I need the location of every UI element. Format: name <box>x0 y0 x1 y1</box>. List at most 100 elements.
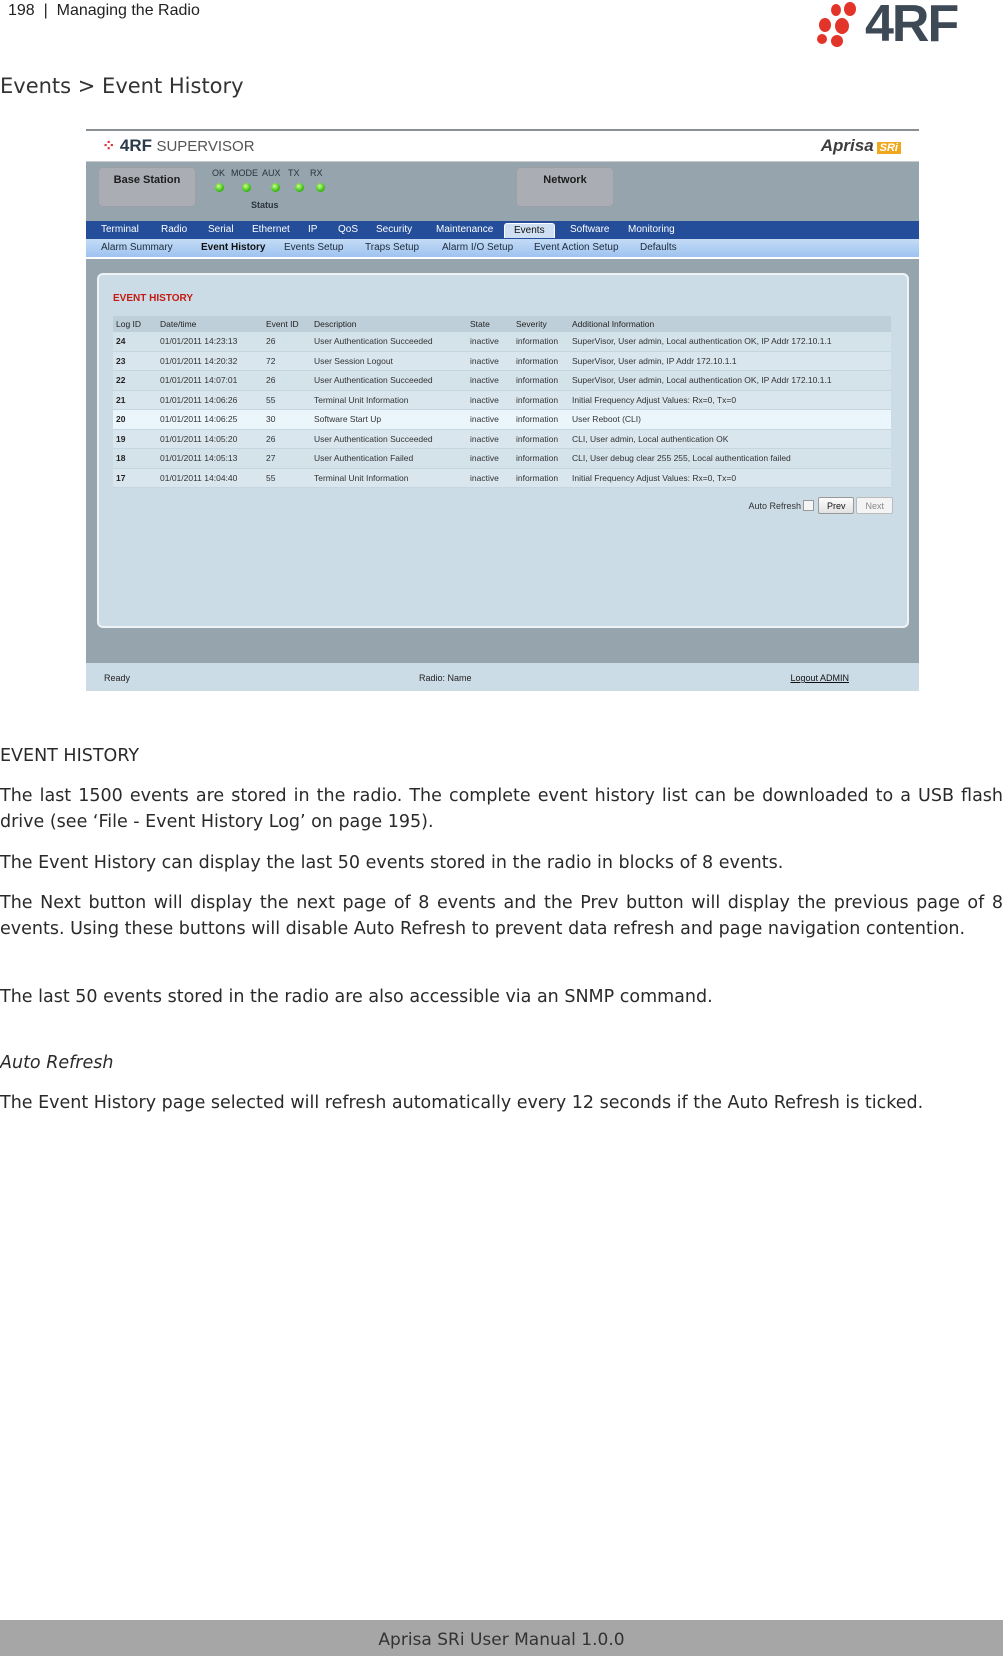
aprisa-logo: Aprisa SRi <box>821 136 901 156</box>
cell-additional-info: SuperVisor, User admin, Local authentica… <box>569 370 891 391</box>
footer-radio-name: Radio: Name <box>419 673 472 683</box>
cell-state: inactive <box>467 429 513 449</box>
cell-additional-info: Initial Frequency Adjust Values: Rx=0, T… <box>569 390 891 410</box>
body-paragraph-2: The Event History can display the last 5… <box>0 853 784 873</box>
col-description: Description <box>311 316 467 332</box>
cell-description: User Authentication Succeeded <box>311 332 467 352</box>
tab-serial[interactable]: Serial <box>208 224 234 235</box>
led-rx-icon <box>316 183 325 192</box>
page-number: 198 <box>8 2 35 19</box>
supervisor-logo-dots-icon: ⁘ <box>102 138 116 155</box>
cell-datetime: 01/01/2011 14:04:40 <box>157 468 263 488</box>
cell-severity: information <box>513 351 569 371</box>
network-box[interactable]: Network <box>516 167 614 207</box>
tab-ethernet[interactable]: Ethernet <box>252 224 290 235</box>
tab-security[interactable]: Security <box>376 224 412 235</box>
cell-log-id: 24 <box>113 332 157 352</box>
table-row[interactable]: 21 01/01/2011 14:06:26 55 Terminal Unit Inf… <box>113 390 891 410</box>
auto-refresh-label: Auto Refresh <box>748 500 801 511</box>
base-station-box[interactable]: Base Station <box>98 167 196 207</box>
cell-log-id: 17 <box>113 468 157 488</box>
tab-radio[interactable]: Radio <box>161 224 187 235</box>
cell-log-id: 23 <box>113 351 157 371</box>
subtab-event-history[interactable]: Event History <box>201 242 265 253</box>
cell-severity: information <box>513 390 569 410</box>
cell-state: inactive <box>467 409 513 430</box>
cell-event-id: 26 <box>263 332 311 352</box>
cell-description: Terminal Unit Information <box>311 468 467 488</box>
cell-severity: information <box>513 370 569 391</box>
table-row[interactable]: 17 01/01/2011 14:04:40 55 Terminal Unit Inf… <box>113 468 891 488</box>
tab-software[interactable]: Software <box>570 224 609 235</box>
tab-events[interactable]: Events <box>504 223 555 238</box>
logout-link[interactable]: Logout ADMIN <box>790 673 849 683</box>
cell-state: inactive <box>467 370 513 391</box>
auto-refresh-checkbox[interactable] <box>802 500 814 511</box>
cell-additional-info: User Reboot (CLI) <box>569 409 891 430</box>
tab-qos[interactable]: QoS <box>338 224 358 235</box>
body-paragraph-3: The Next button will display the next pa… <box>0 893 1003 939</box>
table-row[interactable]: 20 01/01/2011 14:06:25 30 Software Start Up… <box>113 409 891 430</box>
cell-log-id: 18 <box>113 448 157 469</box>
table-row[interactable]: 23 01/01/2011 14:20:32 72 User Session Logo… <box>113 351 891 371</box>
tab-maintenance[interactable]: Maintenance <box>436 224 493 235</box>
cell-datetime: 01/01/2011 14:06:26 <box>157 390 263 410</box>
cell-event-id: 72 <box>263 351 311 371</box>
cell-severity: information <box>513 409 569 430</box>
supervisor-logo: ⁘ 4RF SUPERVISOR <box>102 136 255 156</box>
cell-description: User Session Logout <box>311 351 467 371</box>
chapter-title: Managing the Radio <box>56 2 200 19</box>
cell-datetime: 01/01/2011 14:05:20 <box>157 429 263 449</box>
sub-nav: Alarm Summary Event History Events Setup… <box>86 239 919 257</box>
subtab-event-action-setup[interactable]: Event Action Setup <box>534 242 619 253</box>
cell-description: Software Start Up <box>311 409 467 430</box>
subtab-alarm-io-setup[interactable]: Alarm I/O Setup <box>442 242 513 253</box>
cell-additional-info: SuperVisor, User admin, Local authentica… <box>569 332 891 352</box>
status-leds: OK MODE AUX TX RX Status <box>206 168 346 218</box>
table-row[interactable]: 24 01/01/2011 14:23:13 26 User Authenticati… <box>113 332 891 352</box>
subtab-alarm-summary[interactable]: Alarm Summary <box>101 242 173 253</box>
cell-severity: information <box>513 448 569 469</box>
cell-description: User Authentication Succeeded <box>311 429 467 449</box>
cell-event-id: 26 <box>263 370 311 391</box>
tab-terminal[interactable]: Terminal <box>101 224 139 235</box>
page-footer: Aprisa SRi User Manual 1.0.0 <box>0 1620 1003 1656</box>
logo-text: 4RF <box>865 0 959 53</box>
event-history-table: Log ID Date/time Event ID Description St… <box>113 316 891 488</box>
cell-severity: information <box>513 429 569 449</box>
cell-state: inactive <box>467 390 513 410</box>
footer-status: Ready <box>104 673 131 683</box>
table-row[interactable]: 18 01/01/2011 14:05:13 27 User Authenticati… <box>113 448 891 469</box>
body-paragraph-1: The last 1500 events are stored in the r… <box>0 786 1003 832</box>
body-paragraph-5: The Event History page selected will ref… <box>0 1093 924 1113</box>
aprisa-logo-text: Aprisa <box>820 136 874 155</box>
cell-event-id: 27 <box>263 448 311 469</box>
content-area: EVENT HISTORY Log ID Date/time Event ID … <box>86 259 919 663</box>
cell-event-id: 55 <box>263 390 311 410</box>
subtab-defaults[interactable]: Defaults <box>640 242 677 253</box>
cell-datetime: 01/01/2011 14:06:25 <box>157 409 263 430</box>
col-event-id: Event ID <box>263 316 311 332</box>
next-button[interactable]: Next <box>856 497 893 514</box>
prev-button[interactable]: Prev <box>817 497 855 514</box>
table-row[interactable]: 19 01/01/2011 14:05:20 26 User Authenticati… <box>113 429 891 449</box>
supervisor-titlebar: ⁘ 4RF SUPERVISOR Aprisa SRi <box>86 131 919 162</box>
cell-severity: information <box>513 468 569 488</box>
led-ok-icon <box>215 183 224 192</box>
cell-additional-info: Initial Frequency Adjust Values: Rx=0, T… <box>569 468 891 488</box>
cell-state: inactive <box>467 468 513 488</box>
tab-monitoring[interactable]: Monitoring <box>628 224 675 235</box>
led-label-mode: MODE <box>231 168 258 178</box>
cell-state: inactive <box>467 351 513 371</box>
4rf-logo: 4RF <box>817 0 997 53</box>
cell-log-id: 19 <box>113 429 157 449</box>
cell-event-id: 26 <box>263 429 311 449</box>
status-label: Status <box>251 200 279 210</box>
subtab-traps-setup[interactable]: Traps Setup <box>365 242 419 253</box>
table-header-row: Log ID Date/time Event ID Description St… <box>113 316 891 332</box>
cell-description: User Authentication Succeeded <box>311 370 467 391</box>
table-row[interactable]: 22 01/01/2011 14:07:01 26 User Authenticati… <box>113 370 891 391</box>
subtab-events-setup[interactable]: Events Setup <box>284 242 343 253</box>
tab-ip[interactable]: IP <box>308 224 317 235</box>
cell-datetime: 01/01/2011 14:23:13 <box>157 332 263 352</box>
